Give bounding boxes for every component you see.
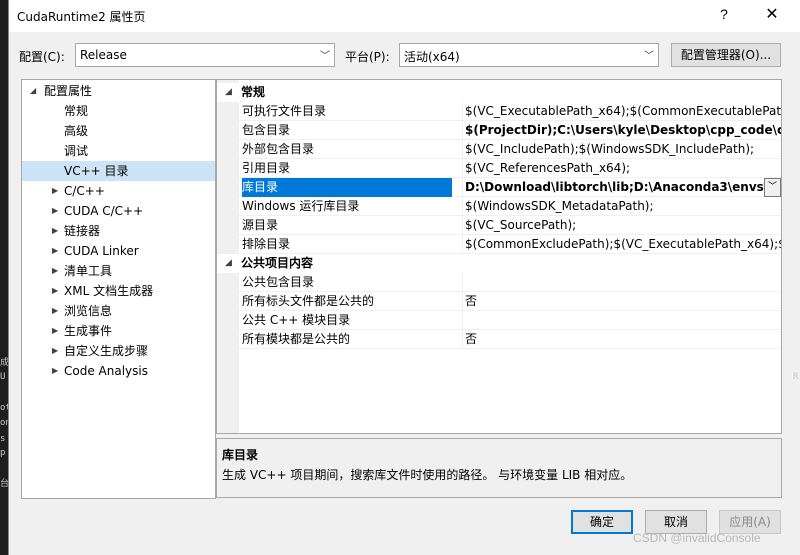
watermark: CSDN @invalidConsole	[633, 531, 761, 545]
property-name: 所有标头文件都是公共的	[242, 294, 375, 308]
property-name: 排除目录	[242, 237, 291, 251]
platform-label: 平台(P):	[345, 50, 390, 64]
expand-triangle-icon[interactable]: ▶	[52, 306, 58, 315]
property-row[interactable]: 源目录 $(VC_SourcePath);	[217, 216, 781, 235]
property-value[interactable]: $(VC_ExecutablePath_x64);$(CommonExecuta…	[462, 102, 781, 121]
property-row[interactable]: 排除目录 $(CommonExcludePath);$(VC_Executabl…	[217, 235, 781, 254]
property-row[interactable]: 所有模块都是公共的 否	[217, 330, 781, 349]
property-pages-dialog: CudaRuntime2 属性页 ? ✕ 配置(C): Release ﹀ 平台…	[8, 0, 800, 555]
platform-dropdown[interactable]: 活动(x64) ﹀	[399, 43, 659, 67]
expand-triangle-icon[interactable]: ▶	[52, 206, 58, 215]
tree-item-xml-doc-generator[interactable]: XML 文档生成器	[64, 281, 153, 301]
property-value[interactable]: $(VC_SourcePath);	[462, 216, 781, 235]
property-row[interactable]: 外部包含目录 $(VC_IncludePath);$(WindowsSDK_In…	[217, 140, 781, 159]
settings-tree: ◢ 配置属性 常规 高级 调试 VC++ 目录 ▶ C/C++ ▶ CUDA C…	[21, 79, 216, 499]
ok-button[interactable]: 确定	[571, 510, 633, 534]
property-grid: ◢ 常规 可执行文件目录 $(VC_ExecutablePath_x64);$(…	[216, 79, 782, 434]
property-name: 公共 C++ 模块目录	[242, 313, 351, 327]
property-row[interactable]: 公共包含目录	[217, 273, 781, 292]
configuration-dropdown[interactable]: Release ﹀	[75, 43, 335, 67]
tree-item-cuda-cpp[interactable]: CUDA C/C++	[64, 201, 143, 221]
window-title: CudaRuntime2 属性页	[17, 10, 146, 24]
property-value[interactable]: $(VC_IncludePath);$(WindowsSDK_IncludePa…	[462, 140, 781, 159]
tree-root-config-properties[interactable]: 配置属性	[44, 81, 92, 101]
background-glyph: U	[0, 372, 6, 382]
property-value[interactable]: $(CommonExcludePath);$(VC_ExecutablePath…	[462, 235, 781, 254]
help-button[interactable]: ?	[709, 6, 739, 26]
expanded-triangle-icon[interactable]: ◢	[30, 86, 36, 95]
property-name: 包含目录	[242, 123, 291, 137]
tree-item-build-events[interactable]: 生成事件	[64, 321, 112, 341]
property-name: 库目录	[242, 178, 452, 197]
tree-item-general[interactable]: 常规	[64, 101, 88, 121]
expand-triangle-icon[interactable]: ▶	[52, 246, 58, 255]
property-value[interactable]: 否	[462, 330, 781, 349]
description-pane: 库目录 生成 VC++ 项目期间，搜索库文件时使用的路径。 与环境变量 LIB …	[216, 438, 782, 498]
description-title: 库目录	[222, 448, 259, 462]
chevron-down-icon: ﹀	[644, 51, 654, 62]
property-row[interactable]: 所有标头文件都是公共的 否	[217, 292, 781, 311]
tree-item-vc-directories[interactable]: VC++ 目录	[22, 161, 215, 181]
property-name: 源目录	[242, 218, 279, 232]
chevron-down-icon: ﹀	[320, 51, 330, 62]
tree-item-cpp[interactable]: C/C++	[64, 181, 105, 201]
collapse-triangle-icon[interactable]: ◢	[225, 254, 232, 273]
collapse-triangle-icon[interactable]: ◢	[225, 83, 232, 102]
property-row[interactable]: 包含目录 $(ProjectDir);C:\Users\kyle\Desktop…	[217, 121, 781, 140]
expand-triangle-icon[interactable]: ▶	[52, 366, 58, 375]
background-glyph: s	[0, 434, 6, 444]
tree-item-manifest-tool[interactable]: 清单工具	[64, 261, 112, 281]
tree-item-browse-info[interactable]: 浏览信息	[64, 301, 112, 321]
expand-triangle-icon[interactable]: ▶	[52, 286, 58, 295]
property-value[interactable]: D:\Download\libtorch\lib;D:\Anaconda3\en…	[462, 178, 764, 197]
category-public-project-content[interactable]: ◢ 公共项目内容	[217, 254, 781, 273]
property-row[interactable]: Windows 运行库目录 $(WindowsSDK_MetadataPath)…	[217, 197, 781, 216]
background-glyph: R	[793, 372, 799, 382]
property-row[interactable]: 引用目录 $(VC_ReferencesPath_x64);	[217, 159, 781, 178]
category-label: 公共项目内容	[241, 256, 314, 270]
description-text: 生成 VC++ 项目期间，搜索库文件时使用的路径。 与环境变量 LIB 相对应。	[222, 468, 633, 482]
property-value[interactable]	[462, 311, 781, 330]
tree-item-code-analysis[interactable]: Code Analysis	[64, 361, 148, 381]
title-bar: CudaRuntime2 属性页 ? ✕	[9, 0, 800, 32]
property-name: 外部包含目录	[242, 142, 315, 156]
chevron-down-icon[interactable]: ﹀	[764, 178, 781, 197]
property-value[interactable]: $(ProjectDir);C:\Users\kyle\Desktop\cpp_…	[462, 121, 781, 140]
platform-value: 活动(x64)	[404, 50, 460, 64]
close-button[interactable]: ✕	[757, 4, 787, 28]
expand-triangle-icon[interactable]: ▶	[52, 266, 58, 275]
property-value[interactable]: $(VC_ReferencesPath_x64);	[462, 159, 781, 178]
config-manager-button[interactable]: 配置管理器(O)...	[671, 43, 781, 67]
configuration-label: 配置(C):	[19, 50, 65, 64]
expand-triangle-icon[interactable]: ▶	[52, 226, 58, 235]
tree-item-advanced[interactable]: 高级	[64, 121, 88, 141]
property-value[interactable]: $(WindowsSDK_MetadataPath);	[462, 197, 781, 216]
property-value[interactable]	[462, 273, 781, 292]
property-row[interactable]: 可执行文件目录 $(VC_ExecutablePath_x64);$(Commo…	[217, 102, 781, 121]
expand-triangle-icon[interactable]: ▶	[52, 326, 58, 335]
property-name: Windows 运行库目录	[242, 199, 360, 213]
expand-triangle-icon[interactable]: ▶	[52, 186, 58, 195]
configuration-value: Release	[80, 48, 127, 62]
property-value[interactable]: 否	[462, 292, 781, 311]
property-name: 所有模块都是公共的	[242, 332, 351, 346]
property-name: 可执行文件目录	[242, 104, 327, 118]
property-name: 引用目录	[242, 161, 291, 175]
tree-item-linker[interactable]: 链接器	[64, 221, 100, 241]
expand-triangle-icon[interactable]: ▶	[52, 346, 58, 355]
category-general[interactable]: ◢ 常规	[217, 83, 781, 102]
background-editor	[0, 0, 8, 555]
tree-item-debugging[interactable]: 调试	[64, 141, 88, 161]
category-label: 常规	[241, 85, 266, 99]
tree-item-custom-build-step[interactable]: 自定义生成步骤	[64, 341, 148, 361]
property-row-library-directories[interactable]: 库目录 D:\Download\libtorch\lib;D:\Anaconda…	[217, 178, 781, 197]
background-glyph: p	[0, 448, 6, 458]
property-row[interactable]: 公共 C++ 模块目录	[217, 311, 781, 330]
property-name: 公共包含目录	[242, 275, 315, 289]
tree-item-cuda-linker[interactable]: CUDA Linker	[64, 241, 139, 261]
